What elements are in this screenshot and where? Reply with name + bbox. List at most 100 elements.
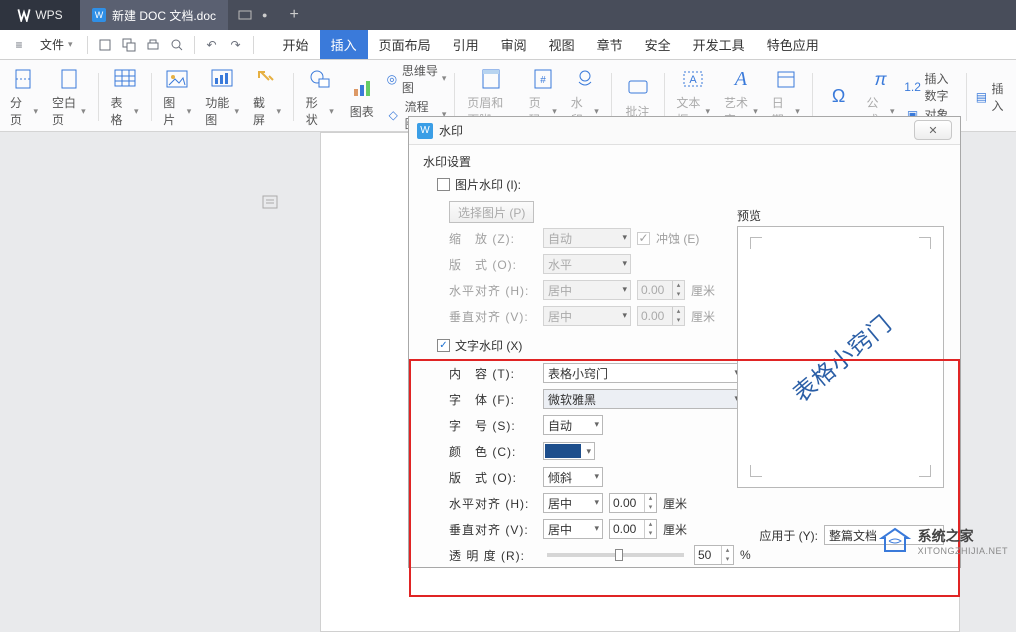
insert-button[interactable]: ▤插入: [975, 80, 1010, 114]
halign-unit: 厘米: [691, 282, 715, 299]
print-preview-icon[interactable]: [166, 34, 188, 56]
opacity-unit: %: [740, 548, 751, 562]
font-select[interactable]: 微软雅黑▾: [543, 389, 743, 409]
tab-dropdown-icon[interactable]: ●: [262, 10, 267, 20]
layout2-label: 版 式 (O):: [449, 469, 537, 486]
opacity-slider[interactable]: [547, 553, 684, 557]
insert-number-button[interactable]: 1.2插入数字: [905, 70, 959, 104]
app-logo[interactable]: WPS: [0, 0, 80, 30]
opacity-label: 透 明 度 (R):: [449, 547, 537, 564]
tab-developer[interactable]: 开发工具: [682, 30, 756, 59]
halign-spinner[interactable]: 0.00▴▾: [637, 280, 685, 300]
opacity-spinner[interactable]: 50▴▾: [694, 545, 734, 565]
washout-checkbox[interactable]: ✓: [637, 232, 650, 245]
tab-home[interactable]: 开始: [272, 30, 320, 59]
app-logo-text: WPS: [35, 8, 62, 22]
washout-label: 冲蚀 (E): [656, 230, 699, 247]
valign-select[interactable]: 居中▾: [543, 306, 631, 326]
chevron-down-icon: ▾: [68, 39, 73, 50]
comment-button[interactable]: 批注: [620, 74, 656, 120]
ribbon-tabs: 开始 插入 页面布局 引用 审阅 视图 章节 安全 开发工具 特色应用: [272, 30, 830, 59]
apply-label: 应用于 (Y):: [759, 527, 818, 544]
tab-utilities: ●: [228, 0, 277, 30]
text-watermark-label: 文字水印 (X): [455, 337, 522, 354]
hamburger-icon[interactable]: ≡: [8, 34, 30, 56]
file-menu[interactable]: 文件 ▾: [32, 30, 81, 59]
layout-select[interactable]: 水平▾: [543, 254, 631, 274]
document-name: 新建 DOC 文档.doc: [112, 7, 216, 24]
size-label: 字 号 (S):: [449, 417, 537, 434]
symbol-button[interactable]: Ω: [821, 82, 857, 111]
tab-layout[interactable]: 页面布局: [368, 30, 442, 59]
svg-text:#: #: [540, 75, 546, 86]
print-icon[interactable]: [142, 34, 164, 56]
picture-watermark-label: 图片水印 (I):: [455, 176, 521, 193]
preview-pane: 预览 表格小窍门: [737, 207, 944, 488]
halign-label: 水平对齐 (H):: [449, 282, 537, 299]
halign2-spinner[interactable]: 0.00▴▾: [609, 493, 657, 513]
halign2-unit: 厘米: [663, 495, 687, 512]
content-select[interactable]: 表格小窍门▾: [543, 363, 743, 383]
watermark-dialog: W 水印 ✕ 水印设置 图片水印 (I): 选择图片 (P) 缩 放 (Z): …: [408, 116, 961, 568]
valign-unit: 厘米: [691, 308, 715, 325]
zoom-label: 缩 放 (Z):: [449, 230, 537, 247]
page-break-button[interactable]: 分页▾: [6, 65, 42, 128]
valign2-spinner[interactable]: 0.00▴▾: [609, 519, 657, 539]
dialog-close-button[interactable]: ✕: [914, 120, 952, 140]
shape-button[interactable]: 形状▾: [302, 65, 338, 128]
color-picker[interactable]: ▾: [543, 442, 595, 460]
doc-icon: W: [92, 8, 106, 22]
tab-view[interactable]: 视图: [538, 30, 586, 59]
size-select[interactable]: 自动▾: [543, 415, 603, 435]
layout-label: 版 式 (O):: [449, 256, 537, 273]
tab-references[interactable]: 引用: [442, 30, 490, 59]
save-icon[interactable]: [94, 34, 116, 56]
svg-text:A: A: [690, 74, 698, 86]
color-label: 颜 色 (C):: [449, 443, 537, 460]
table-button[interactable]: 表格▾: [107, 65, 143, 128]
picture-button[interactable]: 图片▾: [159, 65, 195, 128]
valign2-unit: 厘米: [663, 521, 687, 538]
brand-watermark: 系统之家 XITONGZHIJIA.NET: [878, 526, 1008, 556]
tab-apps[interactable]: 特色应用: [756, 30, 830, 59]
new-tab-button[interactable]: +: [277, 0, 310, 30]
content-label: 内 容 (T):: [449, 365, 537, 382]
window-icon[interactable]: [238, 9, 252, 21]
screenshot-button[interactable]: 截屏▾: [249, 65, 285, 128]
text-watermark-checkbox[interactable]: [437, 339, 450, 352]
featured-button[interactable]: 功能图▾: [201, 65, 243, 128]
mindmap-button[interactable]: ◎思维导图▾: [386, 62, 447, 96]
save-as-icon[interactable]: [118, 34, 140, 56]
chart-button[interactable]: 图表: [344, 74, 380, 120]
halign2-select[interactable]: 居中▾: [543, 493, 603, 513]
wps-logo-icon: [17, 8, 31, 22]
dialog-title: 水印: [439, 122, 463, 139]
picture-watermark-checkbox[interactable]: [437, 178, 450, 191]
tab-security[interactable]: 安全: [634, 30, 682, 59]
section-label: 水印设置: [423, 153, 946, 170]
blank-page-button[interactable]: 空白页▾: [48, 65, 90, 128]
dialog-titlebar[interactable]: W 水印 ✕: [409, 117, 960, 145]
tab-section[interactable]: 章节: [586, 30, 634, 59]
valign-label: 垂直对齐 (V):: [449, 308, 537, 325]
valign-spinner[interactable]: 0.00▴▾: [637, 306, 685, 326]
valign2-select[interactable]: 居中▾: [543, 519, 603, 539]
layout2-select[interactable]: 倾斜▾: [543, 467, 603, 487]
halign-select[interactable]: 居中▾: [543, 280, 631, 300]
tab-insert[interactable]: 插入: [320, 30, 368, 59]
redo-icon[interactable]: ↷: [225, 34, 247, 56]
menubar: ≡ 文件 ▾ ↶ ↷ 开始 插入 页面布局 引用 审阅 视图 章节 安全 开发工…: [0, 30, 1016, 60]
document-tab[interactable]: W 新建 DOC 文档.doc: [80, 0, 228, 30]
select-picture-button[interactable]: 选择图片 (P): [449, 201, 534, 223]
dialog-icon: W: [417, 123, 433, 139]
preview-box: 表格小窍门: [737, 226, 944, 488]
outline-icon[interactable]: [260, 192, 280, 212]
tab-review[interactable]: 审阅: [490, 30, 538, 59]
watermark-preview-text: 表格小窍门: [784, 305, 898, 408]
valign2-label: 垂直对齐 (V):: [449, 521, 537, 538]
zoom-select[interactable]: 自动▾: [543, 228, 631, 248]
brand-icon: [878, 527, 912, 555]
brand-name: 系统之家: [918, 526, 1008, 546]
font-label: 字 体 (F):: [449, 391, 537, 408]
undo-icon[interactable]: ↶: [201, 34, 223, 56]
